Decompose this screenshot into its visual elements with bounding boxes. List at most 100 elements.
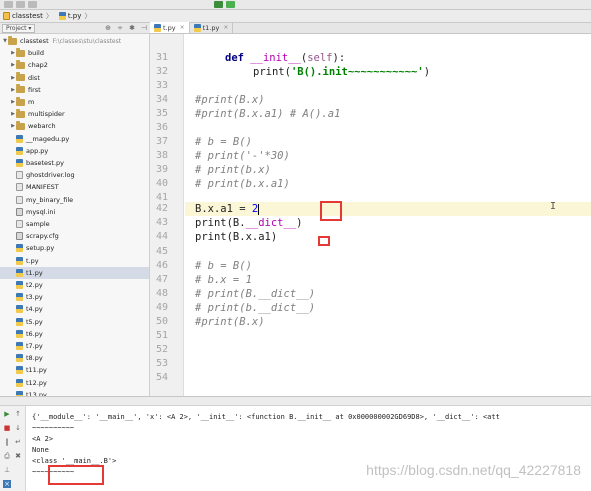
tree-file[interactable]: t6.py [0,328,149,340]
tree-file[interactable]: __magedu.py [0,133,149,145]
tree-item-label: my_binary_file [26,195,74,204]
close-icon[interactable]: × [3,480,11,488]
stop-icon[interactable]: ■ [3,424,11,432]
toolbar-icon[interactable] [28,1,37,8]
tree-file[interactable]: t13.py [0,389,149,396]
tree-file[interactable]: app.py [0,145,149,157]
line-number: 44 [155,231,168,242]
tree-item-label: t12.py [26,378,47,387]
code-editor[interactable]: def __init__(self): print('B().init~~~~~… [185,34,591,396]
python-file-icon [16,378,23,387]
text-cursor-icon: I [550,201,557,212]
tree-item-label: t3.py [26,293,43,302]
file-icon [16,207,23,216]
code-line-48: # print(B.__dict__) [195,288,316,300]
tab-t-py[interactable]: t.py × [150,22,190,33]
tree-file[interactable]: t2.py [0,279,149,291]
code-line-38: # print('-'*30) [195,150,290,162]
tree-file[interactable]: t3.py [0,291,149,303]
tree-folder[interactable]: ▶ build [0,47,149,59]
line-number: 46 [155,260,168,271]
close-icon[interactable]: × [223,24,228,31]
tree-item-label: chap2 [28,61,48,70]
down-arrow-icon[interactable]: ↓ [14,424,22,432]
tree-file[interactable]: t7.py [0,340,149,352]
hide-icon[interactable]: ⊣ [140,24,148,32]
code-line-34: #print(B.x) [195,94,265,106]
up-arrow-icon[interactable]: ↑ [14,410,22,418]
tree-file[interactable]: t11.py [0,364,149,376]
tree-item-label: t5.py [26,317,43,326]
tree-file[interactable]: mysql.ini [0,206,149,218]
tree-file[interactable]: t4.py [0,303,149,315]
python-file-icon [16,329,23,338]
print-icon[interactable]: ⎙ [3,452,11,460]
tree-folder[interactable]: ▶ m [0,96,149,108]
sync-icon[interactable]: ÷ [116,24,124,32]
file-icon [16,232,23,241]
tree-folder[interactable]: ▶ multispider [0,108,149,120]
tree-file[interactable]: t12.py [0,377,149,389]
close-icon[interactable]: × [180,24,185,31]
tree-file[interactable]: t5.py [0,316,149,328]
tree-file[interactable]: t1.py [0,266,149,279]
rerun-icon[interactable]: ▶ [3,410,11,418]
toolbar-icon[interactable] [4,1,13,8]
folder-icon [3,12,10,20]
tree-file[interactable]: MANIFEST [0,181,149,193]
wrap-icon[interactable]: ↵ [14,438,22,446]
code-token: print( [253,66,291,78]
debug-icon[interactable] [226,1,235,8]
code-token: self [307,52,333,64]
tree-folder[interactable]: ▶ dist [0,72,149,84]
tree-item-label: dist [28,73,40,82]
tree-file[interactable]: ghostdriver.log [0,169,149,181]
settings-icon[interactable]: ⊕ [104,24,112,32]
breadcrumb-separator: 〉 [84,12,92,20]
tree-item-label: m [28,98,35,106]
tree-folder[interactable]: ▶ chap2 [0,59,149,71]
tab-t1-py[interactable]: t1.py × [190,22,234,33]
trash-icon[interactable]: ✖ [14,452,22,460]
code-line-50: #print(B.x) [195,316,265,328]
console-output-line: {'__module__': '__main__', 'x': <A 2>, '… [32,413,500,421]
line-number: 43 [155,217,168,228]
tree-file[interactable]: t.py [0,255,149,267]
code-token: B.x.a1 = [195,203,252,215]
console-output-line: ~~~~~~~~~~ [32,424,75,432]
tree-folder[interactable]: ▼ classtest F:\classes\stu\classtest [0,35,149,47]
file-icon [16,183,23,192]
tree-folder[interactable]: ▶ first [0,84,149,96]
tree-item-label: sample [26,220,50,228]
folder-icon [16,108,25,118]
breadcrumb-file[interactable]: t.py 〉 [56,11,95,21]
breadcrumb-project[interactable]: classtest 〉 [0,11,56,21]
tree-file[interactable]: sample [0,218,149,230]
pin-icon[interactable]: ⊥ [3,466,11,474]
tree-file[interactable]: scrapy.cfg [0,230,149,242]
gear-icon[interactable]: ✱ [128,24,136,32]
breadcrumb-file-label: t.py [67,12,82,20]
line-number: 47 [155,274,168,285]
pause-icon[interactable]: ‖ [3,438,11,446]
line-number: 53 [155,358,168,369]
python-file-icon [16,354,23,363]
tree-file[interactable]: basetest.py [0,157,149,169]
folder-icon [16,96,25,106]
tree-file[interactable]: t8.py [0,352,149,364]
navigation-bar: classtest 〉 t.py 〉 [0,10,591,23]
tree-file[interactable]: setup.py [0,242,149,254]
line-number: 34 [155,94,168,105]
project-path: F:\classes\stu\classtest [52,37,122,45]
tree-folder[interactable]: ▶ webarch [0,120,149,132]
console-output-line: <A 2> [32,435,54,443]
toolbar-icon[interactable] [16,1,25,8]
toolbar-icon[interactable] [214,1,223,8]
project-view-dropdown[interactable]: Project ▾ [2,23,36,33]
code-line-40: # print(b.x.a1) [195,178,290,190]
folder-icon [16,59,25,69]
code-line-43: print(B.__dict__) [195,216,302,230]
python-file-icon [193,23,201,32]
line-number: 39 [155,164,168,175]
tree-file[interactable]: my_binary_file [0,194,149,206]
